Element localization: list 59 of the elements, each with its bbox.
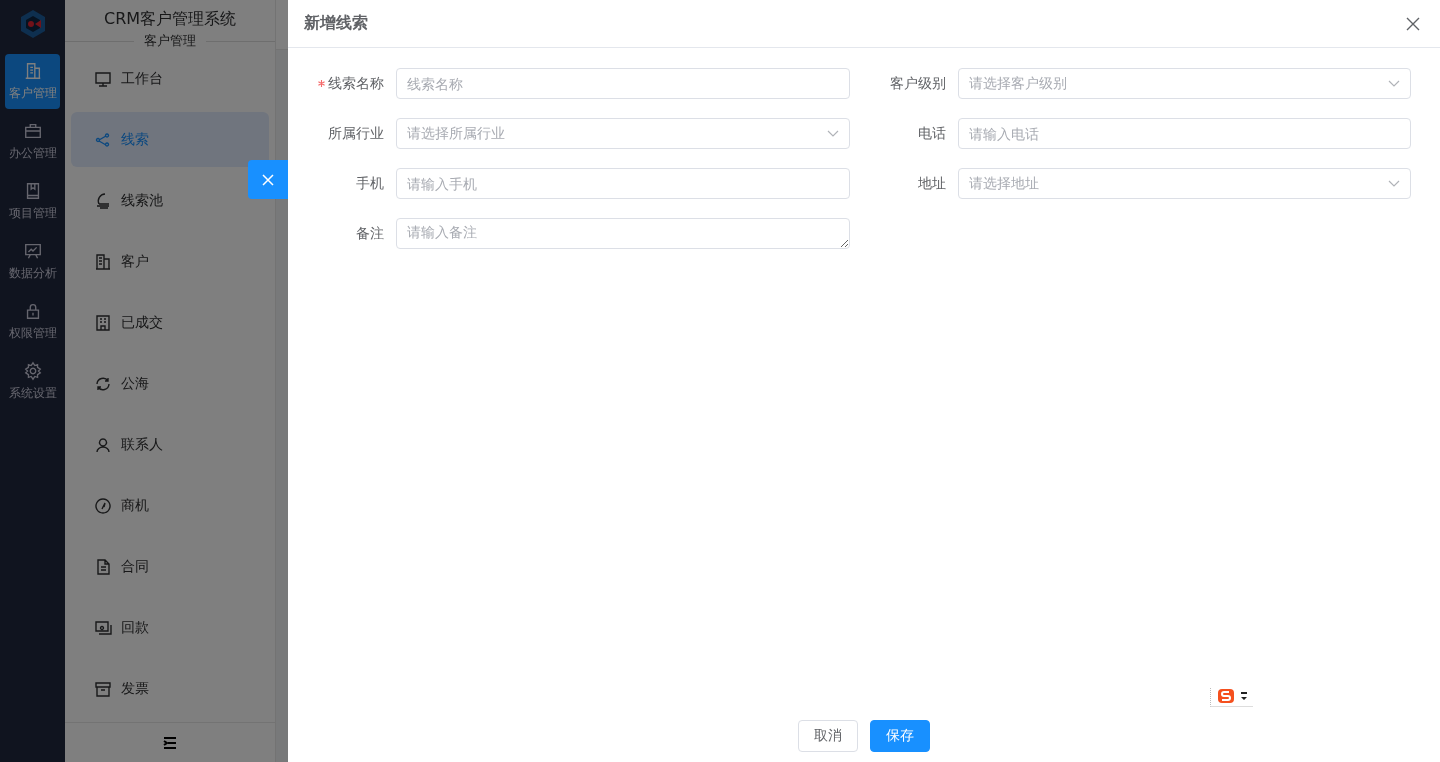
menu-item[interactable]: 工作台	[71, 51, 269, 107]
drawer-title: 新增线索	[304, 13, 368, 34]
chevron-down-icon	[1388, 179, 1400, 188]
rail-item[interactable]: 系统设置	[5, 354, 60, 409]
ime-toolbar[interactable]	[1210, 688, 1253, 707]
archive-icon	[94, 679, 112, 698]
field-label: 线索名称	[328, 74, 384, 93]
compass-icon	[94, 496, 112, 515]
menu-item[interactable]: 发票	[71, 661, 269, 717]
user-icon	[94, 435, 112, 454]
logo-icon	[19, 9, 46, 39]
chart-board-icon	[22, 241, 43, 261]
menu-item[interactable]: 线索池	[71, 173, 269, 229]
select-field[interactable]: 请选择地址	[957, 168, 1411, 199]
input-field[interactable]: 请输入手机	[396, 168, 850, 199]
rail-item[interactable]: 项目管理	[5, 174, 60, 229]
briefcase-icon	[22, 121, 43, 141]
menu-icon[interactable]	[163, 736, 177, 749]
menu-item[interactable]: 公海	[71, 356, 269, 412]
menu-item[interactable]: 合同	[71, 539, 269, 595]
moon-icon	[94, 191, 112, 210]
select-field[interactable]: 请选择客户级别	[957, 68, 1411, 99]
field-label: 备注	[356, 224, 384, 243]
textarea-field[interactable]: 请输入备注	[396, 218, 850, 249]
field-label: 手机	[356, 174, 384, 193]
section-title: 客户管理	[144, 32, 196, 51]
input-field[interactable]: 线索名称	[396, 68, 850, 99]
ime-logo-icon	[1217, 688, 1235, 704]
field-label: 客户级别	[889, 74, 946, 93]
cancel-button[interactable]: 取消	[798, 720, 858, 752]
close-icon[interactable]	[1406, 16, 1420, 31]
close-icon	[262, 173, 274, 186]
menu-item[interactable]: 已成交	[71, 295, 269, 351]
menu-item[interactable]: 商机	[71, 478, 269, 534]
monitor-icon	[94, 69, 112, 88]
rail-item[interactable]: 数据分析	[5, 234, 60, 289]
chevron-down-icon	[1388, 79, 1400, 88]
menu-item[interactable]: 联系人	[71, 417, 269, 473]
chevron-down-icon	[826, 129, 839, 138]
building-icon	[94, 252, 112, 271]
save-button[interactable]: 保存	[870, 720, 930, 752]
input-field[interactable]: 请输入电话	[957, 118, 1411, 149]
rail-item[interactable]: 办公管理	[5, 114, 60, 169]
field-label: 电话	[917, 124, 946, 143]
gear-icon	[22, 361, 43, 381]
share-icon	[94, 130, 112, 149]
money-icon	[94, 618, 112, 637]
field-label: 所属行业	[328, 124, 384, 143]
required-icon	[318, 80, 325, 87]
rail-item[interactable]: 客户管理	[5, 54, 60, 109]
field-label: 地址	[917, 174, 946, 193]
rail-item[interactable]: 权限管理	[5, 294, 60, 349]
app-title: CRM客户管理系统	[102, 8, 238, 30]
caret-icon	[1241, 691, 1247, 701]
menu-item[interactable]: 客户	[71, 234, 269, 290]
document-icon	[94, 557, 112, 576]
select-field[interactable]: 请选择所属行业	[396, 118, 850, 149]
menu-item[interactable]: 回款	[71, 600, 269, 656]
building-icon	[94, 313, 112, 332]
